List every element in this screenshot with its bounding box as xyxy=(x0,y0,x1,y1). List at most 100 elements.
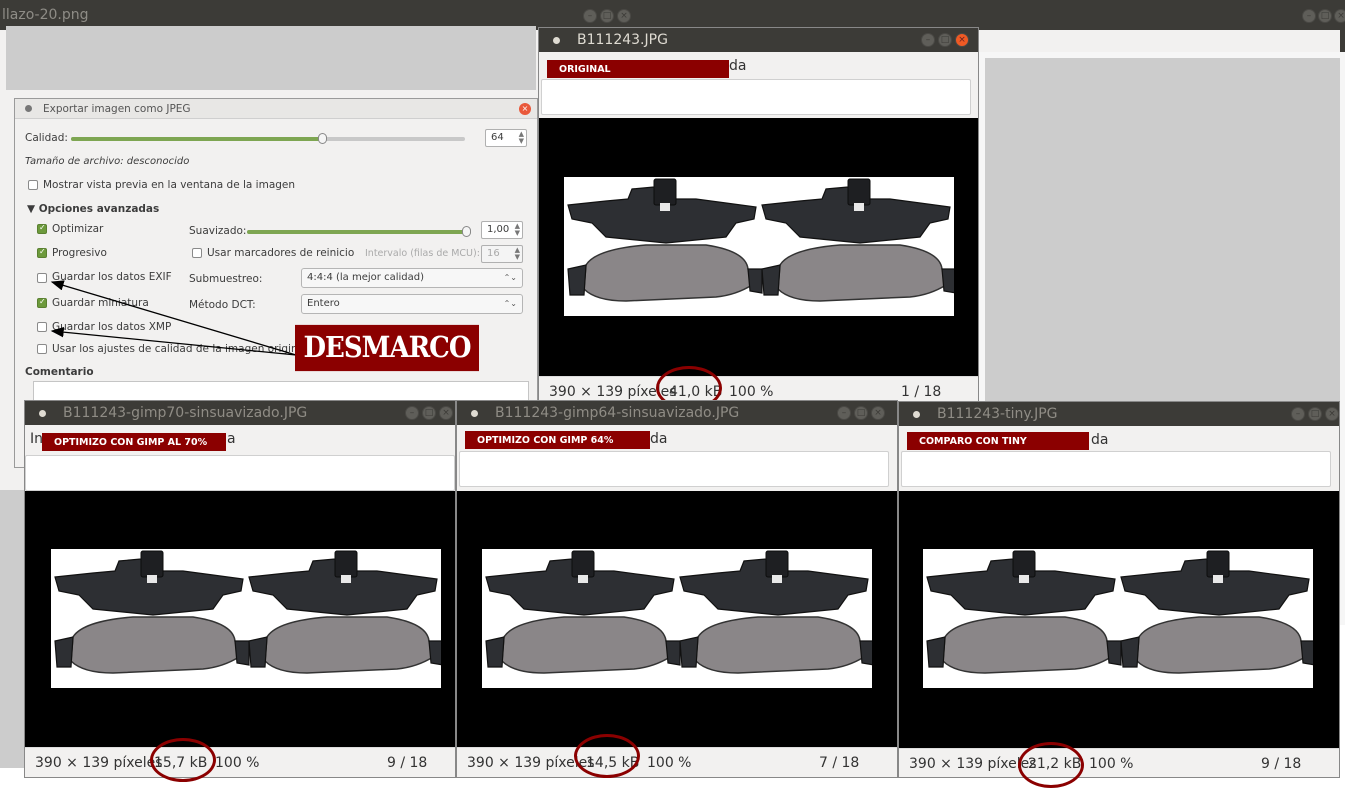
restart-markers-label: Usar marcadores de reinicio xyxy=(207,247,355,259)
viewer-statusbar: 390 × 139 píxeles 14,5 kB 100 % 7 / 18 xyxy=(457,747,897,777)
label-original: ORIGINAL xyxy=(547,60,729,78)
maximize-icon[interactable]: □ xyxy=(1308,407,1322,421)
spin-arrows-icon[interactable]: ▲ ▼ xyxy=(515,247,520,261)
hidden-text: da xyxy=(1091,432,1109,448)
image-display-area xyxy=(899,491,1339,748)
minimize-icon[interactable]: – xyxy=(583,9,597,23)
brake-pads-photo xyxy=(923,549,1316,688)
maximize-icon[interactable]: □ xyxy=(600,9,614,23)
save-thumbnail-checkbox[interactable] xyxy=(37,297,47,308)
dialog-titlebar: Exportar imagen como JPEG × xyxy=(15,99,537,119)
minimize-icon[interactable]: – xyxy=(837,406,851,420)
preview-checkbox[interactable] xyxy=(28,180,38,190)
close-icon[interactable]: × xyxy=(519,103,531,115)
quality-value: 64 xyxy=(491,132,504,143)
image-index: 7 / 18 xyxy=(819,755,860,771)
minimize-icon[interactable]: – xyxy=(1302,9,1316,23)
viewer-statusbar: 390 × 139 píxeles 15,7 kB 100 % 9 / 18 xyxy=(25,747,455,777)
close-icon[interactable]: × xyxy=(617,9,631,23)
image-viewer-tiny: B111243-tiny.JPG – □ × da COMPARO CON TI… xyxy=(898,401,1340,778)
progressive-label: Progresivo xyxy=(52,247,107,259)
advanced-options-expander[interactable]: ▼ Opciones avanzadas xyxy=(27,203,159,215)
smoothing-slider-handle[interactable] xyxy=(462,226,471,237)
close-icon[interactable]: × xyxy=(439,406,453,420)
use-quality-checkbox[interactable] xyxy=(37,344,47,354)
window-menu-icon[interactable] xyxy=(25,105,32,112)
brake-pads-photo xyxy=(51,549,444,688)
zoom-level: 100 % xyxy=(215,755,260,771)
viewer-titlebar: B111243-tiny.JPG – □ × xyxy=(899,402,1339,426)
quality-slider-handle[interactable] xyxy=(318,133,328,144)
progressive-checkbox[interactable] xyxy=(37,247,47,258)
highlight-circle xyxy=(1018,742,1084,788)
minimize-icon[interactable]: – xyxy=(921,33,935,47)
window-menu-icon[interactable] xyxy=(471,410,478,417)
viewer-title: B111243.JPG xyxy=(577,32,668,48)
subsampling-select[interactable]: 4:4:4 (la mejor calidad) ⌃⌄ xyxy=(301,268,523,288)
viewer-info-area: da OPTIMIZO CON GIMP 64% xyxy=(457,425,897,489)
quality-spinbutton[interactable]: 64 ▲ ▼ xyxy=(485,129,527,147)
interval-label: Intervalo (filas de MCU): xyxy=(365,248,480,259)
viewer-info-area: da COMPARO CON TINY xyxy=(899,426,1339,490)
subsampling-label: Submuestreo: xyxy=(189,273,263,285)
image-index: 9 / 18 xyxy=(387,755,428,771)
smoothing-slider-fill xyxy=(247,230,471,234)
maximize-icon[interactable]: □ xyxy=(938,33,952,47)
info-bar xyxy=(459,451,889,487)
image-index: 9 / 18 xyxy=(1261,756,1302,772)
use-quality-label: Usar los ajustes de calidad de la imagen… xyxy=(52,343,307,355)
redacted-region xyxy=(0,490,24,768)
info-bar xyxy=(541,79,971,115)
zoom-level: 100 % xyxy=(647,755,692,771)
desktop: llazo-20.png – □ × – □ × Exportar imagen… xyxy=(0,0,1345,790)
close-icon[interactable]: × xyxy=(1334,9,1345,23)
maximize-icon[interactable]: □ xyxy=(1318,9,1332,23)
minimize-icon[interactable]: – xyxy=(405,406,419,420)
interval-spinbutton[interactable]: 16 ▲ ▼ xyxy=(481,245,523,263)
image-viewer-gimp64: B111243-gimp64-sinsuavizado.JPG – □ × da… xyxy=(456,400,898,778)
save-exif-checkbox[interactable] xyxy=(37,273,47,283)
viewer-info-area: da ORIGINAL xyxy=(539,52,978,116)
info-bar xyxy=(25,455,455,491)
quality-label: Calidad: xyxy=(25,132,68,144)
brake-pads-photo xyxy=(564,177,957,316)
hidden-text: da xyxy=(650,431,668,447)
smoothing-spinbutton[interactable]: 1,00 ▲ ▼ xyxy=(481,221,523,239)
save-xmp-checkbox[interactable] xyxy=(37,322,47,332)
chevron-down-icon: ⌃⌄ xyxy=(503,299,517,308)
spin-arrows-icon[interactable]: ▲ ▼ xyxy=(515,223,520,237)
close-icon[interactable]: × xyxy=(955,33,969,47)
spin-arrows-icon[interactable]: ▲ ▼ xyxy=(519,131,524,145)
minimize-icon[interactable]: – xyxy=(1291,407,1305,421)
maximize-icon[interactable]: □ xyxy=(422,406,436,420)
hidden-text: da xyxy=(729,58,747,74)
window-menu-icon[interactable] xyxy=(553,37,560,44)
viewer-titlebar: B111243.JPG – □ × xyxy=(539,28,978,52)
zoom-level: 100 % xyxy=(1089,756,1134,772)
save-exif-label: Guardar los datos EXIF xyxy=(52,271,172,283)
hidden-text: a xyxy=(227,431,236,447)
label-gimp70: OPTIMIZO CON GIMP AL 70% xyxy=(42,433,226,451)
viewer-title: B111243-gimp64-sinsuavizado.JPG xyxy=(495,405,740,421)
image-viewer-gimp70: B111243-gimp70-sinsuavizado.JPG – □ × In… xyxy=(24,400,456,778)
restart-markers-checkbox[interactable] xyxy=(192,248,202,258)
viewer-titlebar: B111243-gimp70-sinsuavizado.JPG – □ × xyxy=(25,401,455,425)
dct-method-select[interactable]: Entero ⌃⌄ xyxy=(301,294,523,314)
close-icon[interactable]: × xyxy=(1325,407,1339,421)
optimize-checkbox[interactable] xyxy=(37,223,47,234)
save-thumbnail-label: Guardar miniatura xyxy=(52,297,149,309)
image-display-area xyxy=(25,491,455,747)
highlight-circle xyxy=(150,738,216,782)
comment-label: Comentario xyxy=(25,366,94,378)
window-menu-icon[interactable] xyxy=(913,411,920,418)
quality-slider-fill xyxy=(71,137,324,141)
window-menu-icon[interactable] xyxy=(39,410,46,417)
chevron-down-icon: ⌃⌄ xyxy=(503,273,517,282)
maximize-icon[interactable]: □ xyxy=(854,406,868,420)
label-tiny: COMPARO CON TINY xyxy=(907,432,1089,450)
interval-value: 16 xyxy=(487,248,500,259)
image-display-area xyxy=(539,118,978,376)
viewer-info-area: In a OPTIMIZO CON GIMP AL 70% xyxy=(25,425,455,491)
close-icon[interactable]: × xyxy=(871,406,885,420)
smoothing-value: 1,00 xyxy=(487,224,510,235)
